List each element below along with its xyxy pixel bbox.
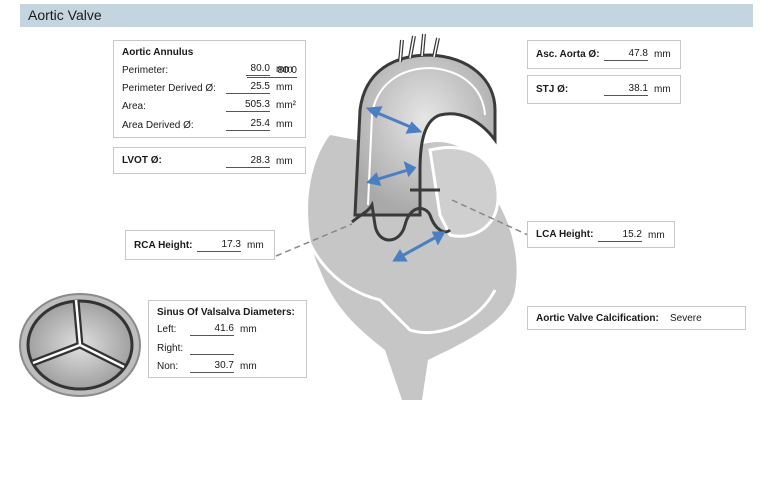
- lca-label: LCA Height:: [536, 229, 594, 240]
- calcification-value: Severe: [670, 313, 702, 324]
- area-label: Area:: [122, 101, 146, 112]
- sinus-non-label: Non:: [157, 361, 179, 372]
- asc-aorta-value: 47.8: [604, 48, 648, 61]
- area-derived-label: Area Derived Ø:: [122, 120, 194, 131]
- aortic-annulus-title: Aortic Annulus: [122, 47, 194, 58]
- rca-unit: mm: [247, 240, 264, 251]
- area-value: 505.3: [226, 99, 270, 112]
- lca-unit: mm: [648, 230, 665, 241]
- lvot-value: 28.3: [226, 155, 270, 168]
- sinus-non-value: 30.7: [190, 360, 234, 373]
- stj-value: 38.1: [604, 83, 648, 96]
- area-derived-unit: mm: [276, 119, 293, 130]
- lca-value: 15.2: [598, 229, 642, 242]
- stj-unit: mm: [654, 84, 671, 95]
- perimeter-derived-label: Perimeter Derived Ø:: [122, 83, 216, 94]
- lvot-unit: mm: [276, 156, 293, 167]
- perimeter-derived-unit: mm: [276, 82, 293, 93]
- perimeter-derived-value: 25.5: [226, 81, 270, 94]
- perimeter-unit: mm: [276, 64, 293, 75]
- perimeter-label: Perimeter:: [122, 65, 169, 76]
- sinus-left-label: Left:: [157, 324, 177, 335]
- rca-label: RCA Height:: [134, 240, 193, 251]
- perimeter-value-field: 80.0: [246, 63, 270, 76]
- lvot-label: LVOT Ø:: [122, 155, 162, 166]
- sinus-non-unit: mm: [240, 361, 257, 372]
- sinus-left-value: 41.6: [190, 323, 234, 336]
- asc-aorta-label: Asc. Aorta Ø:: [536, 49, 600, 60]
- area-derived-value: 25.4: [226, 118, 270, 131]
- valve-cross-section-icon: [19, 293, 141, 397]
- stj-label: STJ Ø:: [536, 84, 569, 95]
- sinus-right-label: Right:: [157, 343, 184, 354]
- calcification-label: Aortic Valve Calcification:: [536, 313, 659, 324]
- sinus-left-unit: mm: [240, 324, 257, 335]
- area-unit: mm²: [276, 100, 296, 111]
- calcification-panel: Aortic Valve Calcification: Severe: [527, 306, 746, 330]
- sinus-title: Sinus Of Valsalva Diameters:: [157, 307, 295, 318]
- rca-value: 17.3: [197, 239, 241, 252]
- sinus-right-value: [190, 342, 234, 355]
- asc-aorta-unit: mm: [654, 49, 671, 60]
